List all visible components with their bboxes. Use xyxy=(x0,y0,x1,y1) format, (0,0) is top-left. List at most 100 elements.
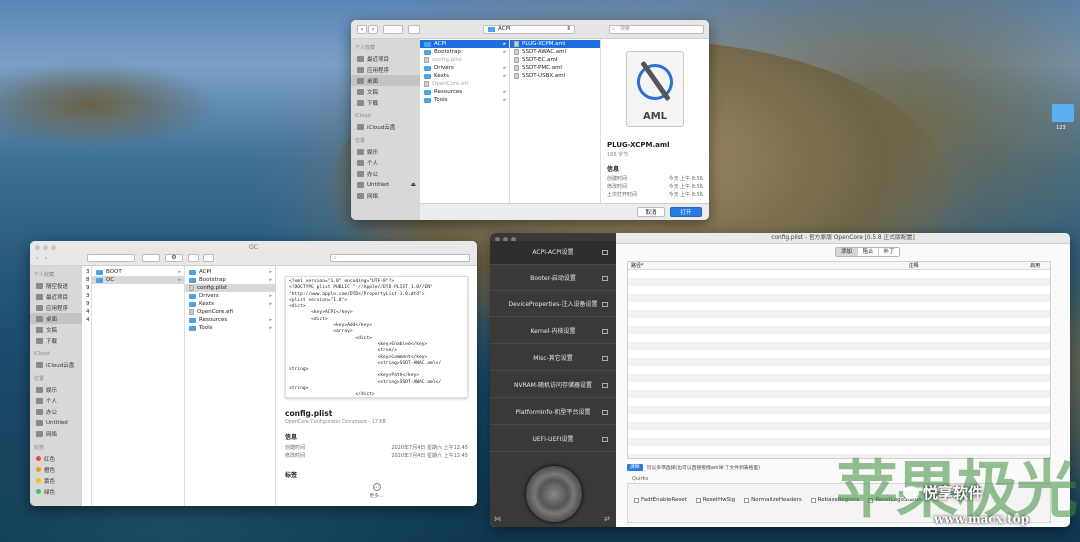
sidebar-item-disk-1[interactable]: 娱乐 xyxy=(351,146,420,157)
sidebar-tag-yellow[interactable]: 黄色 xyxy=(30,475,82,486)
open-button[interactable]: 打开 xyxy=(670,207,702,217)
list-item[interactable]: Tools ▸ xyxy=(185,324,275,332)
list-item[interactable]: ACPI ▸ xyxy=(420,40,509,48)
list-item[interactable]: SSDT-PMC.aml xyxy=(510,64,600,72)
sidebar-item-desktop[interactable]: 桌面 xyxy=(351,75,420,86)
action-gear-button[interactable]: ⚙ xyxy=(165,254,183,262)
list-item[interactable]: SSDT-USBX.aml xyxy=(510,72,600,80)
list-item[interactable]: OpenCore.efi xyxy=(185,308,275,316)
menu-uefi[interactable]: UEFI-UEFI设置 xyxy=(490,428,616,452)
sidebar-item-recents[interactable]: 最近项目 xyxy=(30,291,82,302)
sidebar-item-disk-4[interactable]: Untitled ⏏ xyxy=(351,179,420,190)
list-item[interactable]: PLUG-XCPM.aml xyxy=(510,40,600,48)
list-item[interactable]: BOOT ▸ xyxy=(92,268,184,276)
sidebar-tag-red[interactable]: 红色 xyxy=(30,453,82,464)
menu-booter[interactable]: Booter-启动设置 xyxy=(490,267,616,291)
column-header-comment[interactable]: 注释 xyxy=(807,262,1020,269)
menu-platforminfo[interactable]: PlatformInfo-机型平台设置 xyxy=(490,401,616,425)
sidebar-item-disk-3[interactable]: 办公 xyxy=(30,406,82,417)
view-mode-button[interactable] xyxy=(383,25,403,34)
list-item[interactable]: Resources ▸ xyxy=(185,316,275,324)
desktop-folder-icon[interactable] xyxy=(1052,104,1074,122)
clear-button[interactable]: 清除 xyxy=(627,463,643,471)
sidebar-tag-orange[interactable]: 橙色 xyxy=(30,464,82,475)
list-item[interactable]: 3 xyxy=(82,268,91,276)
column-header-path[interactable]: 路径* xyxy=(628,262,807,269)
sidebar-item-disk-1[interactable]: 娱乐 xyxy=(30,384,82,395)
sidebar-item-recents[interactable]: 最近项目 xyxy=(351,53,420,64)
sidebar-item-network[interactable]: 网络 xyxy=(30,428,82,439)
list-item[interactable]: SSDT-AWAC.aml xyxy=(510,48,600,56)
aml-badge: AML xyxy=(642,111,668,122)
list-item[interactable]: Kexts ▸ xyxy=(185,300,275,308)
sidebar-item-network[interactable]: 网络 xyxy=(351,190,420,201)
sidebar-item-downloads[interactable]: 下载 xyxy=(30,335,82,346)
location-popup[interactable]: ACPI ⇕ xyxy=(483,25,575,34)
list-item[interactable]: OC ▸ xyxy=(92,276,184,284)
tab-patch[interactable]: 补丁 xyxy=(878,248,899,256)
sidebar-tag-green[interactable]: 绿色 xyxy=(30,486,82,497)
tag-button[interactable] xyxy=(203,254,214,262)
list-item[interactable]: 4 xyxy=(82,316,91,324)
sidebar-item-disk-2[interactable]: 个人 xyxy=(30,395,82,406)
list-item[interactable]: Tools ▸ xyxy=(420,96,509,104)
quirk-resethwsig[interactable]: ResetHwSig xyxy=(695,497,735,503)
list-item[interactable]: 4 xyxy=(82,308,91,316)
column-header-enabled[interactable]: 启用 xyxy=(1020,262,1050,269)
cancel-button[interactable]: 取消 xyxy=(637,207,665,217)
tab-add[interactable]: 添加 xyxy=(836,248,857,256)
sidebar-item-downloads[interactable]: 下载 xyxy=(351,97,420,108)
back-button[interactable]: ‹ xyxy=(357,25,367,34)
quirk-normalizeheaders[interactable]: NormalizeHeaders xyxy=(744,497,802,503)
list-item[interactable]: Drivers ▸ xyxy=(420,64,509,72)
view-mode-button[interactable] xyxy=(87,254,135,262)
menu-device-properties[interactable]: DeviceProperties-注入设备设置 xyxy=(490,293,616,317)
sidebar-item-documents[interactable]: 文稿 xyxy=(351,86,420,97)
group-button[interactable] xyxy=(142,254,160,262)
search-input[interactable]: ⌕ xyxy=(330,254,470,262)
quirk-fadtenablereset[interactable]: FadtEnableReset xyxy=(634,497,687,503)
sidebar-item-icloud-drive[interactable]: iCloud云盘 xyxy=(30,359,82,370)
list-item[interactable]: Resources ▸ xyxy=(420,88,509,96)
list-item[interactable]: config.plist xyxy=(420,56,509,64)
expand-icon[interactable]: ⇄ xyxy=(604,515,610,523)
sidebar-item-applications[interactable]: 应用程序 xyxy=(30,302,82,313)
search-input[interactable]: ⌕ 搜索 xyxy=(609,25,704,34)
misc-icon xyxy=(602,356,608,361)
sidebar-item-icloud-drive[interactable]: iCloud云盘 xyxy=(351,121,420,132)
list-item[interactable]: ACPI ▸ xyxy=(185,268,275,276)
sidebar-item-desktop[interactable]: 桌面 xyxy=(30,313,82,324)
list-item[interactable]: 9 xyxy=(82,284,91,292)
sidebar-item-applications[interactable]: 应用程序 xyxy=(351,64,420,75)
more-button[interactable]: … 更多... xyxy=(285,483,468,499)
list-item[interactable]: 8 xyxy=(82,276,91,284)
list-item[interactable]: config.plist xyxy=(185,284,275,292)
menu-kernel[interactable]: Kernel-内核设置 xyxy=(490,320,616,344)
list-item[interactable]: Bootstrap ▸ xyxy=(420,48,509,56)
new-folder-button[interactable] xyxy=(408,25,420,34)
back-button[interactable]: ‹ xyxy=(36,255,44,263)
list-item[interactable]: Drivers ▸ xyxy=(185,292,275,300)
list-item[interactable]: Bootstrap ▸ xyxy=(185,276,275,284)
list-item[interactable]: OpenCore.efi xyxy=(420,80,509,88)
menu-misc[interactable]: Misc-其它设置 xyxy=(490,347,616,371)
share-icon[interactable]: ⋈ xyxy=(494,515,501,523)
list-item[interactable]: 3 xyxy=(82,292,91,300)
list-item[interactable]: SSDT-EC.aml xyxy=(510,56,600,64)
sidebar-item-airdrop[interactable]: 隔空投送 xyxy=(30,280,82,291)
tab-block[interactable]: 阻止 xyxy=(857,248,878,256)
forward-button[interactable]: › xyxy=(45,255,53,263)
sidebar-item-disk-4[interactable]: Untitled xyxy=(30,417,82,428)
sidebar-item-disk-3[interactable]: 办公 xyxy=(351,168,420,179)
sidebar-item-documents[interactable]: 文稿 xyxy=(30,324,82,335)
list-item[interactable]: 9 xyxy=(82,300,91,308)
eject-icon[interactable]: ⏏ xyxy=(411,182,416,188)
sidebar-item-disk-2[interactable]: 个人 xyxy=(351,157,420,168)
kernel-icon xyxy=(602,329,608,334)
list-item[interactable]: Kexts ▸ xyxy=(420,72,509,80)
menu-acpi[interactable]: ACPI-ACPI设置 xyxy=(490,241,616,265)
forward-button[interactable]: › xyxy=(368,25,378,34)
clock-icon xyxy=(36,293,43,300)
share-button[interactable] xyxy=(188,254,199,262)
menu-nvram[interactable]: NVRAM-随机访问存储器设置 xyxy=(490,374,616,398)
